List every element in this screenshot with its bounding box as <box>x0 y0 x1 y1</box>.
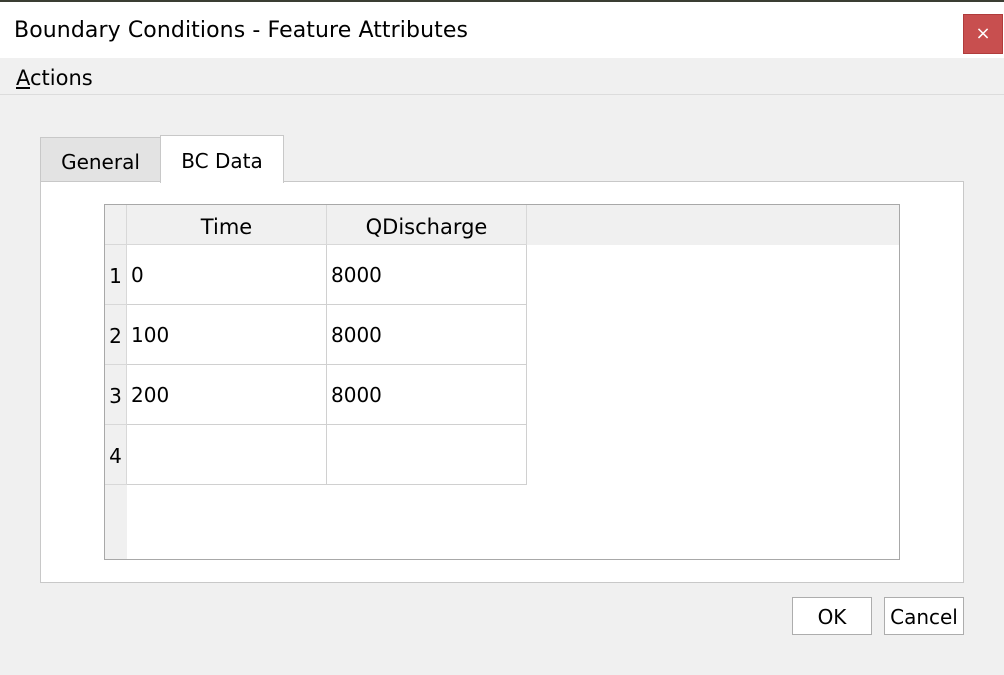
cell-qdischarge[interactable]: 8000 <box>327 245 527 305</box>
menu-actions-accelerator: A <box>16 66 30 90</box>
row-header[interactable]: 1 <box>105 245 127 305</box>
bc-data-table[interactable]: Time QDischarge 1 0 8000 2 100 8000 3 20… <box>104 204 900 560</box>
window-title: Boundary Conditions - Feature Attributes <box>14 18 469 43</box>
ok-button[interactable]: OK <box>792 597 872 635</box>
cancel-button[interactable]: Cancel <box>884 597 964 635</box>
table-corner-button[interactable] <box>105 205 127 245</box>
column-header-qdischarge[interactable]: QDischarge <box>327 205 527 245</box>
row-header[interactable]: 4 <box>105 425 127 485</box>
cell-time[interactable]: 0 <box>127 245 327 305</box>
column-header-time[interactable]: Time <box>127 205 327 245</box>
tab-general[interactable]: General <box>40 137 161 182</box>
close-icon: × <box>975 23 991 44</box>
cell-time[interactable]: 100 <box>127 305 327 365</box>
cell-qdischarge[interactable] <box>327 425 527 485</box>
menu-actions-label: ctions <box>30 66 93 90</box>
tab-bc-data[interactable]: BC Data <box>160 135 284 183</box>
row-header[interactable]: 3 <box>105 365 127 425</box>
close-button[interactable]: × <box>963 14 1003 54</box>
cell-time[interactable] <box>127 425 327 485</box>
row-header[interactable]: 2 <box>105 305 127 365</box>
cell-qdischarge[interactable]: 8000 <box>327 365 527 425</box>
title-bar[interactable]: Boundary Conditions - Feature Attributes… <box>0 2 1004 58</box>
tab-bc-data-label: BC Data <box>181 149 263 173</box>
menu-bar: Actions <box>0 58 1004 95</box>
cell-qdischarge[interactable]: 8000 <box>327 305 527 365</box>
cell-time[interactable]: 200 <box>127 365 327 425</box>
tab-general-label: General <box>61 150 140 174</box>
menu-actions[interactable]: Actions <box>16 65 93 91</box>
